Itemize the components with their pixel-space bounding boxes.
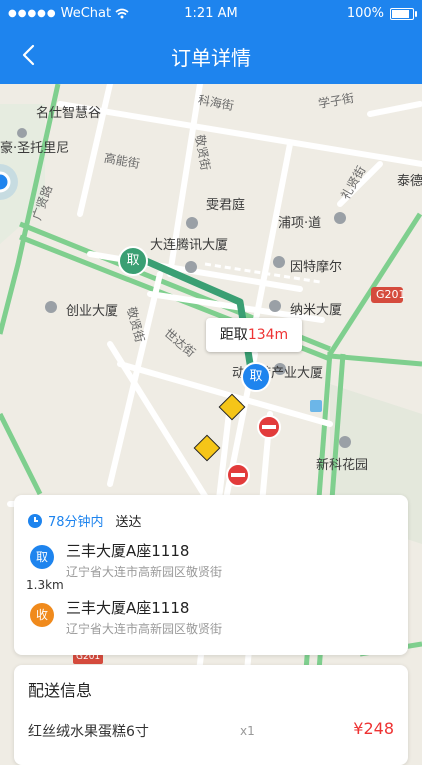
- poi-label: 纳米大厦: [290, 303, 343, 318]
- delivery-info-title: 配送信息: [28, 681, 93, 700]
- status-right: 100%: [346, 6, 417, 21]
- status-bar: ●●●●● WeChat 1:21 AM 100%: [0, 0, 422, 28]
- item-price: ¥248: [353, 719, 394, 738]
- poi-label: 因特摩尔: [290, 260, 343, 275]
- clock-icon: [28, 513, 42, 528]
- distance-value: 134m: [247, 327, 289, 343]
- poi-label: 创业大厦: [66, 304, 119, 319]
- delivery-badge: 收: [30, 603, 54, 627]
- pickup-name: 三丰大厦A座1118: [66, 542, 190, 560]
- poi-label: 新科花园: [316, 458, 369, 473]
- delivery-info-card: 配送信息 红丝绒水果蛋糕6寸 x1 ¥248: [14, 665, 408, 765]
- pickup-badge: 取: [30, 545, 54, 569]
- item-qty: x1: [240, 724, 255, 738]
- battery-fill: [392, 9, 409, 18]
- distance-label: 距取: [219, 327, 248, 343]
- poi-label: 浦项·道: [278, 216, 322, 231]
- eta-time: 78分钟内: [48, 515, 104, 530]
- battery-percent: 100%: [346, 6, 384, 21]
- order-card: 78分钟内 送达 取 三丰大厦A座1118 辽宁省大连市高新园区敬贤街 1.3k…: [14, 495, 408, 655]
- nav-bar: 订单详情: [0, 28, 422, 84]
- poi-label: 豪·圣托里尼: [0, 141, 70, 156]
- distance-bubble: 距取134m: [206, 318, 302, 352]
- poi-label: 大连腾讯大厦: [150, 238, 229, 253]
- eta-suffix: 送达: [115, 515, 142, 530]
- poi-label: 雯君庭: [206, 198, 246, 213]
- pickup-pin[interactable]: 取: [241, 362, 271, 392]
- pickup-route-pin[interactable]: 取: [118, 246, 148, 276]
- route-distance: 1.3km: [26, 578, 64, 592]
- road-label: G201: [376, 288, 406, 301]
- poi-label: 名仕智慧谷: [36, 106, 102, 121]
- page-title: 订单详情: [171, 46, 251, 70]
- pickup-address: 辽宁省大连市高新园区敬贤街: [66, 565, 223, 579]
- eta-row: 78分钟内 送达: [28, 511, 142, 530]
- delivery-address: 辽宁省大连市高新园区敬贤街: [66, 622, 223, 636]
- poi-label: 泰德: [397, 174, 422, 189]
- delivery-name: 三丰大厦A座1118: [66, 599, 190, 617]
- item-name: 红丝绒水果蛋糕6寸: [28, 724, 149, 740]
- battery-icon: [390, 7, 417, 20]
